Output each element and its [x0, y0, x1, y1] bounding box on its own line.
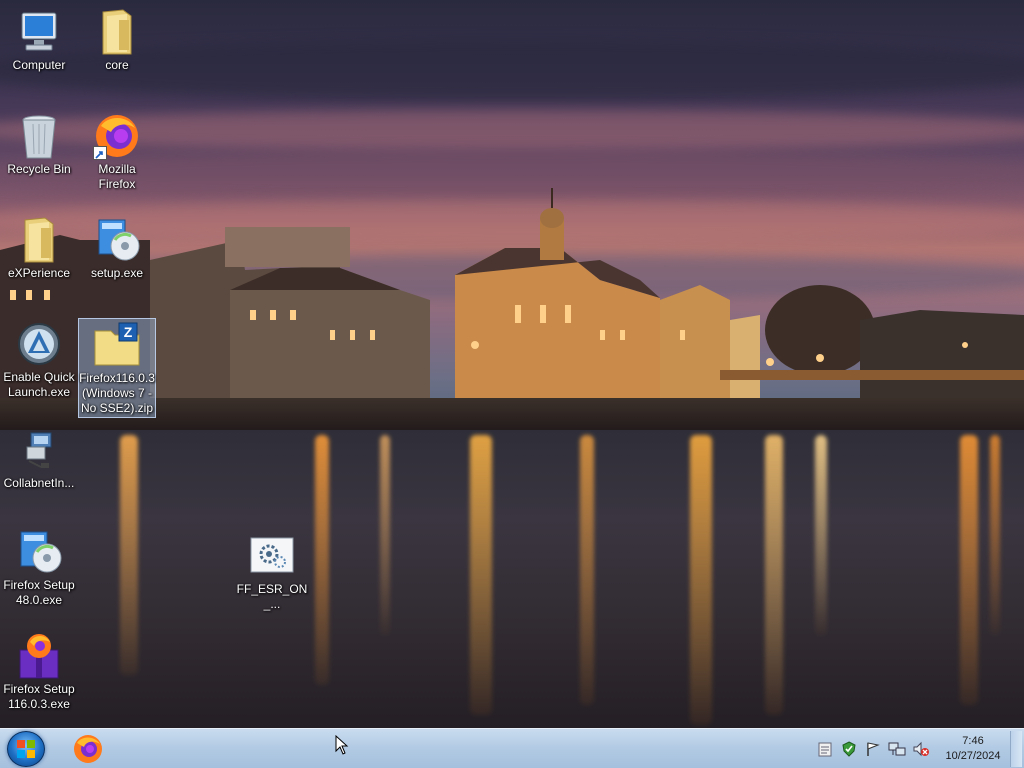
desktop-icon-core[interactable]: core [78, 6, 156, 73]
icon-label: Recycle Bin [7, 162, 71, 176]
windows-logo-icon [17, 740, 35, 758]
river-water [0, 430, 1024, 728]
security-shield-icon[interactable] [840, 740, 858, 758]
mouse-cursor-icon [335, 735, 349, 755]
firefox-icon [93, 112, 141, 160]
icon-label: FF_ESR_ON_... [236, 582, 308, 611]
light-reflection [470, 435, 492, 715]
icon-label: Enable Quick Launch.exe [3, 370, 75, 399]
light-reflection [960, 435, 978, 705]
start-button[interactable] [7, 731, 45, 767]
desktop-icon-recycle-bin[interactable]: Recycle Bin [0, 110, 78, 177]
taskbar: 7:46 10/27/2024 [0, 728, 1024, 768]
clock-date: 10/27/2024 [945, 750, 1001, 762]
light-reflection [380, 435, 390, 635]
icon-label: CollabnetIn... [3, 476, 75, 490]
desktop-icon-firefox-setup-48[interactable]: Firefox Setup 48.0.exe [0, 526, 78, 608]
icon-label: eXPerience [7, 266, 71, 280]
action-center-flag-icon[interactable] [864, 740, 882, 758]
firefox-icon [74, 735, 102, 763]
light-reflection [765, 435, 783, 715]
icon-label: Mozilla Firefox [98, 162, 136, 191]
icon-label: Firefox Setup 116.0.3.exe [3, 682, 75, 711]
system-tray: 7:46 10/27/2024 [816, 729, 1006, 768]
light-reflection [120, 435, 138, 675]
firefox-installer-icon [15, 632, 63, 680]
taskbar-clock[interactable]: 7:46 10/27/2024 [940, 734, 1006, 764]
zip-archive-icon: Z [93, 321, 141, 369]
light-reflection [315, 435, 329, 685]
folder-icon [93, 8, 141, 56]
icon-label: Firefox Setup 48.0.exe [3, 578, 75, 607]
desktop-icon-setup-exe[interactable]: setup.exe [78, 214, 156, 281]
installer-package-icon [15, 426, 63, 474]
recycle-bin-icon [15, 112, 63, 160]
desktop-icon-firefox-zip[interactable]: Z Firefox116.0.3 (Windows 7 - No SSE2).z… [78, 318, 156, 418]
icon-label: setup.exe [90, 266, 144, 280]
computer-icon [15, 8, 63, 56]
desktop-icon-mozilla-firefox[interactable]: Mozilla Firefox [78, 110, 156, 192]
desktop-icon-enable-quick-launch[interactable]: Enable Quick Launch.exe [0, 318, 78, 400]
desktop-icon-experience[interactable]: eXPerience [0, 214, 78, 281]
shortcut-arrow-icon [93, 146, 107, 160]
icon-label: core [105, 58, 129, 72]
installer-icon [15, 528, 63, 576]
settings-file-icon [248, 532, 296, 580]
svg-text:Z: Z [124, 324, 133, 340]
clock-time: 7:46 [962, 735, 984, 747]
show-desktop-button[interactable] [1010, 731, 1022, 767]
light-reflection [690, 435, 712, 725]
light-reflection [580, 435, 594, 705]
clipboard-icon[interactable] [816, 740, 834, 758]
desktop-icon-firefox-setup-116[interactable]: Firefox Setup 116.0.3.exe [0, 630, 78, 712]
quick-launch-icon [15, 320, 63, 368]
volume-muted-icon[interactable] [912, 740, 930, 758]
desktop-icon-collabnet[interactable]: CollabnetIn... [0, 424, 78, 491]
icon-label: Computer [12, 58, 66, 72]
installer-icon [93, 216, 141, 264]
folder-icon [15, 216, 63, 264]
network-icon[interactable] [888, 740, 906, 758]
light-reflection [815, 435, 827, 635]
desktop-icon-computer[interactable]: Computer [0, 6, 78, 73]
taskbar-firefox-button[interactable] [70, 732, 106, 766]
desktop-icon-ff-esr[interactable]: FF_ESR_ON_... [233, 530, 311, 612]
light-reflection [990, 435, 1000, 635]
icon-label: Firefox116.0.3 (Windows 7 - No SSE2).zip [79, 371, 155, 415]
